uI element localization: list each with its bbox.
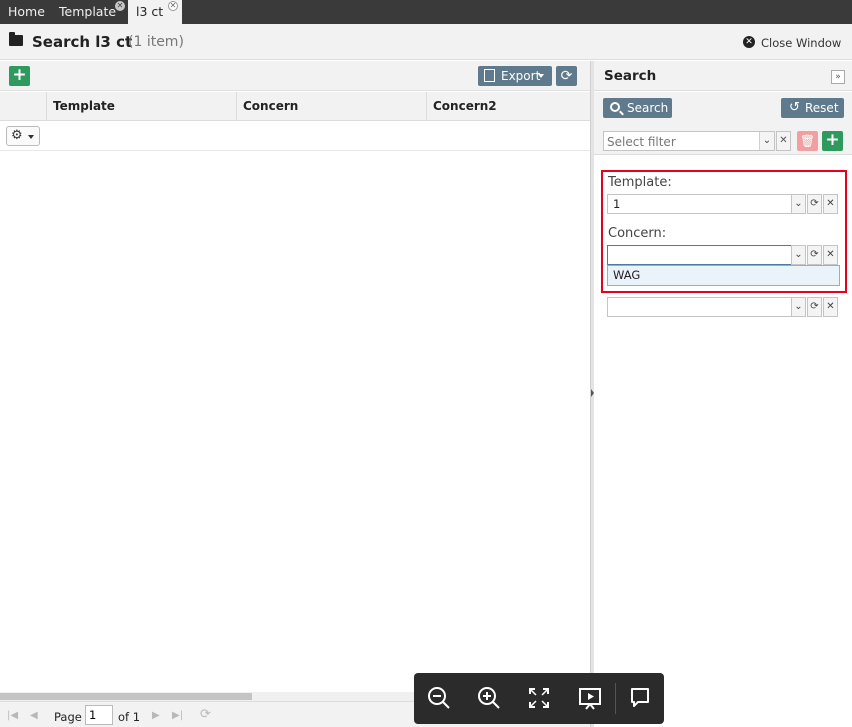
refresh-icon[interactable]: ⟳ [200,707,211,722]
double-chevron-right-icon: » [835,72,841,82]
search-icon [610,102,620,112]
highlight-annotation [601,170,847,293]
prev-page-icon[interactable]: ◀ [30,710,38,721]
page-title: Search l3 ct [32,33,133,51]
grid-toolbar: + Export ⟳ [0,61,590,91]
search-actions: Search ↺ Reset Select filter ⌄ ✕ 🗑 + [594,92,852,155]
column-header-concern2[interactable]: Concern2 [426,92,590,121]
refresh-icon[interactable]: ⟳ [807,297,822,317]
tab-label: Home [8,4,45,19]
search-button[interactable]: Search [603,98,672,118]
close-tab-icon[interactable]: ✕ [115,1,125,11]
folder-icon [9,32,23,46]
undo-icon: ↺ [789,100,800,115]
plus-icon: + [12,65,27,85]
column-header-concern[interactable]: Concern [236,92,427,121]
grid-header: Template Concern Concern2 [0,92,590,121]
close-circle-icon[interactable]: ✕ [743,36,755,48]
zoom-out-icon[interactable] [426,685,452,711]
caret-down-icon [538,74,544,78]
viewer-toolbar [414,673,664,724]
gear-icon: ⚙ [11,128,23,143]
close-icon[interactable]: ✕ [823,297,838,317]
refresh-icon: ⟳ [560,68,573,84]
column-header-template[interactable]: Template [46,92,237,121]
reset-button-label: Reset [805,101,839,115]
filter-placeholder: Select filter [607,135,676,149]
add-button[interactable]: + [9,66,30,86]
clear-filter-button[interactable]: ✕ [776,131,791,151]
add-filter-button[interactable]: + [822,131,843,151]
close-icon: ✕ [779,135,788,146]
search-panel: Search » Search ↺ Reset Select filter ⌄ … [594,61,852,727]
collapse-panel-button[interactable]: » [831,70,845,84]
delete-filter-button[interactable]: 🗑 [797,131,818,151]
filter-select[interactable]: Select filter ⌄ [603,131,775,151]
close-tab-icon[interactable]: ✕ [168,1,178,11]
excel-file-icon [484,69,495,82]
export-button[interactable]: Export [478,66,552,86]
tab-label: l3 ct [136,4,164,19]
page-header: Search l3 ct (1 item) ✕ Close Window [0,24,852,60]
first-page-icon[interactable]: |◀ [7,710,18,721]
fit-screen-icon[interactable] [526,685,552,711]
tab-l3-ct[interactable]: l3 ct ✕ [128,0,182,24]
tab-home[interactable]: Home [0,0,51,24]
search-button-label: Search [627,101,669,115]
search-panel-title: Search [604,68,657,84]
toolbar-divider [615,683,616,714]
comment-icon[interactable] [627,685,653,711]
page-total: of 1 [118,710,141,724]
scrollbar-thumb[interactable] [0,693,252,700]
page-label: Page [54,710,82,724]
last-page-icon[interactable]: ▶| [172,710,183,721]
concern2-field[interactable] [607,297,792,317]
caret-down-icon [28,135,34,139]
next-page-icon[interactable]: ▶ [152,710,160,721]
search-panel-header: Search » [594,61,852,91]
tab-bar: Home Template ✕ l3 ct ✕ [0,0,852,24]
row-actions-button[interactable]: ⚙ [6,126,40,146]
tab-label: Template [59,4,117,19]
item-count: (1 item) [128,34,184,50]
zoom-in-icon[interactable] [476,685,502,711]
refresh-grid-button[interactable]: ⟳ [556,66,577,86]
page-number-input[interactable] [85,705,113,725]
plus-icon: + [825,130,840,150]
table-row[interactable]: ⚙ [0,122,590,151]
present-icon[interactable] [577,685,603,711]
export-label: Export [501,69,541,83]
trash-icon: 🗑 [799,134,816,148]
tab-template[interactable]: Template ✕ [51,0,128,24]
close-window-button[interactable]: Close Window [761,36,841,50]
reset-button[interactable]: ↺ Reset [781,98,844,118]
results-pane: + Export ⟳ Template Concern Concern2 ⚙ |… [0,61,590,727]
chevron-down-icon[interactable]: ⌄ [759,132,774,150]
chevron-down-icon[interactable]: ⌄ [791,297,806,317]
